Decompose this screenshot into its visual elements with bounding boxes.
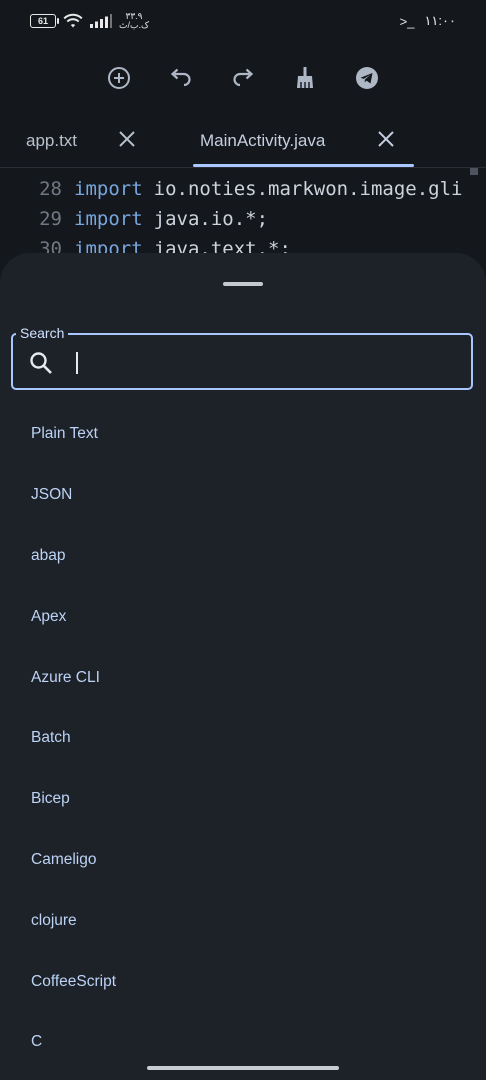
home-indicator[interactable]	[147, 1066, 339, 1070]
add-circle-icon[interactable]	[104, 63, 134, 93]
status-right: >_ ۱۱:۰۰	[400, 13, 456, 29]
drag-handle[interactable]	[223, 282, 263, 286]
carrier-unit: ک.ب/ث	[119, 20, 150, 30]
code-editor[interactable]: 28 import io.noties.markwon.image.gli 29…	[0, 168, 486, 258]
signal-icon	[90, 14, 112, 28]
list-item[interactable]: Cameligo	[0, 830, 486, 891]
language-list: Plain Text JSON abap Apex Azure CLI Batc…	[0, 404, 486, 1073]
status-bar: 61 ۳۳.۹ ک.ب/ث >_ ۱۱:۰۰	[0, 0, 486, 42]
list-item[interactable]: C	[0, 1012, 486, 1073]
battery-icon: 61	[30, 14, 59, 28]
search-input[interactable]	[72, 345, 456, 381]
wifi-icon	[63, 13, 83, 28]
tab-app-txt[interactable]: app.txt	[26, 115, 176, 167]
file-tabs: app.txt MainActivity.java	[0, 115, 486, 168]
line-number: 29	[39, 208, 62, 230]
search-label: Search	[16, 325, 69, 341]
broom-icon[interactable]	[290, 63, 320, 93]
list-item[interactable]: Bicep	[0, 769, 486, 830]
list-item[interactable]: Apex	[0, 586, 486, 647]
tab-label: MainActivity.java	[200, 131, 326, 150]
editor-scrollbar[interactable]	[470, 168, 478, 175]
close-icon[interactable]	[116, 128, 138, 150]
line-number: 28	[39, 178, 62, 200]
text-cursor	[76, 352, 78, 374]
list-item[interactable]: abap	[0, 526, 486, 587]
status-left: 61 ۳۳.۹ ک.ب/ث	[30, 12, 149, 30]
list-item[interactable]: Batch	[0, 708, 486, 769]
telegram-icon[interactable]	[352, 63, 382, 93]
editor-toolbar	[0, 56, 486, 100]
close-icon[interactable]	[375, 128, 397, 150]
undo-icon[interactable]	[166, 63, 196, 93]
list-item[interactable]: Plain Text	[0, 404, 486, 465]
search-icon	[30, 352, 52, 374]
code-keyword: import	[74, 178, 143, 200]
list-item[interactable]: clojure	[0, 890, 486, 951]
code-line: 28 import io.noties.markwon.image.gli	[0, 174, 463, 204]
carrier-info: ۳۳.۹ ک.ب/ث	[119, 12, 149, 30]
status-time: ۱۱:۰۰	[424, 13, 456, 28]
list-item[interactable]: JSON	[0, 465, 486, 526]
redo-icon[interactable]	[228, 63, 258, 93]
code-line: 29 import java.io.*;	[0, 204, 268, 234]
terminal-icon: >_	[399, 13, 415, 29]
tab-label: app.txt	[26, 131, 78, 150]
language-picker-sheet: Search Plain Text JSON abap Apex Azure C…	[0, 253, 486, 1080]
active-tab-indicator	[193, 164, 414, 167]
list-item[interactable]: CoffeeScript	[0, 951, 486, 1012]
list-item[interactable]: Azure CLI	[0, 647, 486, 708]
tab-mainactivity-java[interactable]: MainActivity.java	[200, 115, 370, 167]
code-text: io.noties.markwon.image.gli	[153, 178, 463, 200]
code-keyword: import	[74, 208, 143, 230]
code-text: java.io.*;	[153, 208, 269, 230]
